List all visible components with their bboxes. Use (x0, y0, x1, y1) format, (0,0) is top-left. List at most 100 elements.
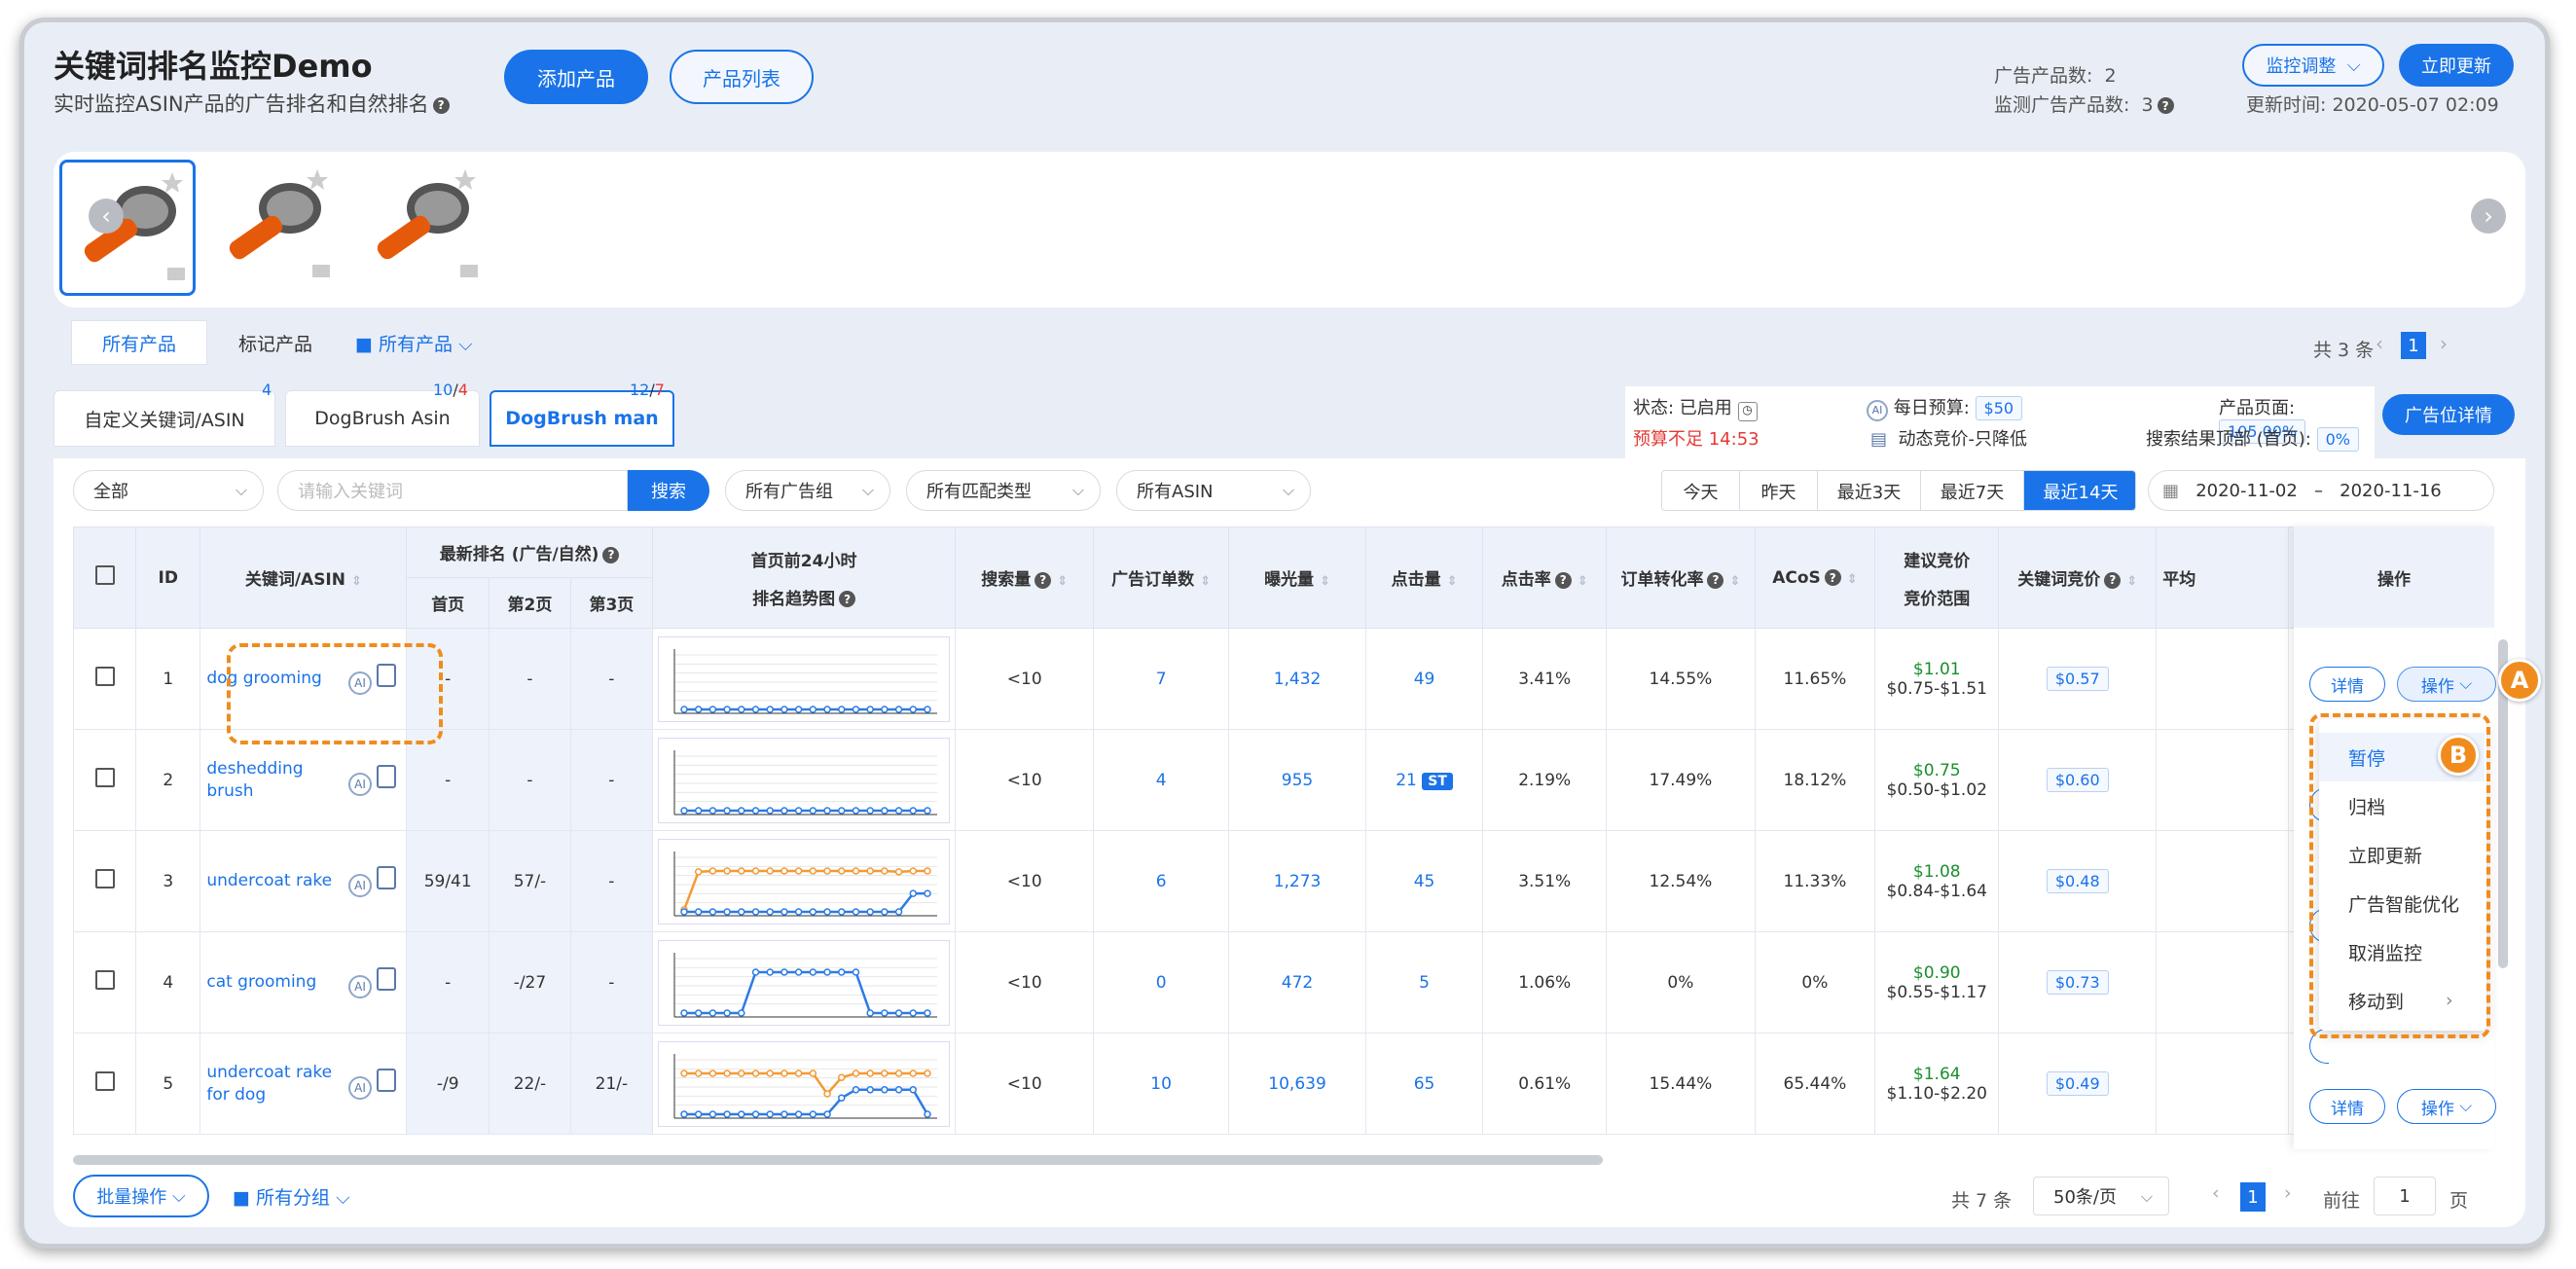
col-search-volume[interactable]: 搜索量? ⇕ (955, 526, 1095, 629)
range-14days[interactable]: 最近14天 (2024, 471, 2135, 510)
chevron-right-icon[interactable]: › (2471, 199, 2506, 234)
date-picker[interactable]: ▦ 2020-11-02 – 2020-11-16 (2148, 470, 2494, 511)
checkbox-cell[interactable] (73, 830, 137, 932)
product-thumb[interactable] (59, 160, 196, 296)
help-icon[interactable]: ? (839, 591, 856, 607)
tab-custom-keyword[interactable]: 自定义关键词/ASIN (54, 390, 275, 447)
row-checkbox[interactable] (94, 970, 115, 990)
keyword-bid-value[interactable]: $0.57 (2046, 667, 2109, 691)
col-impressions[interactable]: 曝光量 ⇕ (1228, 526, 1366, 629)
keyword-bid-value[interactable]: $0.49 (2046, 1071, 2109, 1096)
product-list-button[interactable]: 产品列表 (670, 50, 814, 104)
next-page-icon[interactable]: › (2440, 332, 2448, 355)
tab-marked-products[interactable]: 标记产品 (207, 320, 344, 365)
row-checkbox[interactable] (94, 768, 115, 787)
help-icon[interactable]: ? (1554, 571, 1572, 589)
keyword-bid-value[interactable]: $0.60 (2046, 768, 2109, 792)
document-icon[interactable] (377, 966, 397, 991)
checkbox-cell[interactable] (73, 931, 137, 1033)
folder-filter[interactable]: ■ 所有产品 ⌵ (355, 330, 472, 356)
row-checkbox[interactable] (94, 1071, 115, 1091)
horizontal-scrollbar[interactable] (73, 1155, 1603, 1165)
col-keyword[interactable]: 关键词/ASIN ⇕ (200, 526, 408, 629)
orders-link[interactable]: 10 (1150, 1074, 1172, 1094)
keyword-link[interactable]: deshedding brush (200, 758, 346, 801)
group-filter[interactable]: ■ 所有分组 ⌵ (233, 1183, 349, 1210)
checkbox-cell[interactable] (73, 1033, 137, 1135)
tab-all-products[interactable]: 所有产品 (71, 320, 207, 365)
update-now-button[interactable]: 立即更新 (2399, 44, 2514, 87)
col-clicks[interactable]: 点击量 ⇕ (1364, 526, 1484, 629)
keyword-bid-value[interactable]: $0.73 (2046, 970, 2109, 995)
clock-icon[interactable]: ◷ (1737, 402, 1758, 421)
col-keyword-bid[interactable]: 关键词竞价? ⇕ (1998, 526, 2158, 629)
ad-placement-detail-button[interactable]: 广告位详情 (2382, 394, 2515, 435)
col-orders[interactable]: 广告订单数 ⇕ (1093, 526, 1230, 629)
impressions-link[interactable]: 1,432 (1274, 670, 1322, 689)
checkbox-cell[interactable] (73, 729, 137, 831)
select-all-checkbox[interactable] (94, 565, 115, 585)
match-type-select[interactable]: 所有匹配类型 ⌵ (906, 470, 1101, 511)
ops-dropdown-button[interactable]: 操作 ⌵ (2397, 1089, 2496, 1124)
keyword-link[interactable]: undercoat rake for dog (200, 1062, 346, 1105)
page-number[interactable]: 1 (2401, 332, 2426, 359)
impressions-link[interactable]: 10,639 (1268, 1074, 1325, 1094)
impressions-link[interactable]: 1,273 (1274, 872, 1322, 891)
orders-link[interactable]: 4 (1156, 771, 1167, 790)
page-number[interactable]: 1 (2240, 1182, 2266, 1212)
clicks-link[interactable]: 49 (1414, 670, 1435, 689)
help-icon[interactable]: ? (1824, 569, 1841, 586)
asin-select[interactable]: 所有ASIN ⌵ (1116, 470, 1311, 511)
help-icon[interactable]: ? (432, 96, 450, 114)
status-filter-select[interactable]: 全部 ⌵ (73, 470, 264, 511)
clicks-link[interactable]: 65 (1414, 1074, 1435, 1094)
help-icon[interactable]: ? (1034, 571, 1052, 589)
product-thumb[interactable] (355, 160, 491, 296)
range-yesterday[interactable]: 昨天 (1740, 471, 1818, 510)
chevron-left-icon[interactable]: ‹ (89, 199, 124, 234)
document-icon[interactable] (377, 1068, 397, 1092)
keyword-link[interactable]: undercoat rake (200, 870, 332, 891)
document-icon[interactable] (377, 764, 397, 788)
impressions-link[interactable]: 472 (1282, 973, 1313, 993)
impressions-link[interactable]: 955 (1282, 771, 1313, 790)
col-acos[interactable]: ACoS? ⇕ (1754, 526, 1876, 629)
ai-icon[interactable]: AI (348, 772, 372, 796)
help-icon[interactable]: ? (1707, 571, 1724, 589)
checkbox-cell[interactable] (73, 628, 137, 730)
ops-dropdown-button[interactable]: 操作 ⌵ (2397, 667, 2496, 702)
range-3days[interactable]: 最近3天 (1818, 471, 1921, 510)
orders-link[interactable]: 7 (1156, 670, 1167, 689)
ai-icon[interactable]: AI (348, 974, 372, 998)
help-icon[interactable]: ? (602, 546, 620, 563)
next-page-icon[interactable]: › (2284, 1182, 2292, 1204)
document-icon[interactable] (377, 865, 397, 889)
orders-link[interactable]: 0 (1156, 973, 1167, 993)
per-page-select[interactable]: 50条/页 ⌵ (2033, 1177, 2169, 1215)
add-product-button[interactable]: 添加产品 (504, 50, 648, 104)
clicks-link[interactable]: 21 (1396, 771, 1417, 790)
detail-button[interactable]: 详情 (2309, 667, 2385, 702)
row-checkbox[interactable] (94, 869, 115, 888)
range-7days[interactable]: 最近7天 (1921, 471, 2024, 510)
row-checkbox[interactable] (94, 667, 115, 686)
ad-group-select[interactable]: 所有广告组 ⌵ (725, 470, 890, 511)
col-ctr[interactable]: 点击率? ⇕ (1482, 526, 1608, 629)
ai-icon[interactable]: AI (348, 873, 372, 897)
keyword-bid-value[interactable]: $0.48 (2046, 869, 2109, 893)
ai-icon[interactable]: AI (348, 1075, 372, 1100)
search-button[interactable]: 搜索 (628, 470, 709, 511)
batch-ops-dropdown[interactable]: 批量操作 ⌵ (73, 1175, 209, 1217)
product-thumb[interactable] (207, 160, 344, 296)
detail-button[interactable]: 详情 (2309, 1089, 2385, 1124)
orders-link[interactable]: 6 (1156, 872, 1167, 891)
goto-page-input[interactable]: 1 (2374, 1177, 2436, 1215)
clicks-link[interactable]: 5 (1419, 973, 1430, 993)
prev-page-icon[interactable]: ‹ (2376, 332, 2383, 355)
range-today[interactable]: 今天 (1662, 471, 1740, 510)
keyword-link[interactable]: cat grooming (200, 971, 316, 993)
prev-page-icon[interactable]: ‹ (2212, 1182, 2220, 1204)
help-icon[interactable]: ? (2157, 97, 2174, 114)
clicks-link[interactable]: 45 (1414, 872, 1435, 891)
help-icon[interactable]: ? (2104, 571, 2122, 589)
